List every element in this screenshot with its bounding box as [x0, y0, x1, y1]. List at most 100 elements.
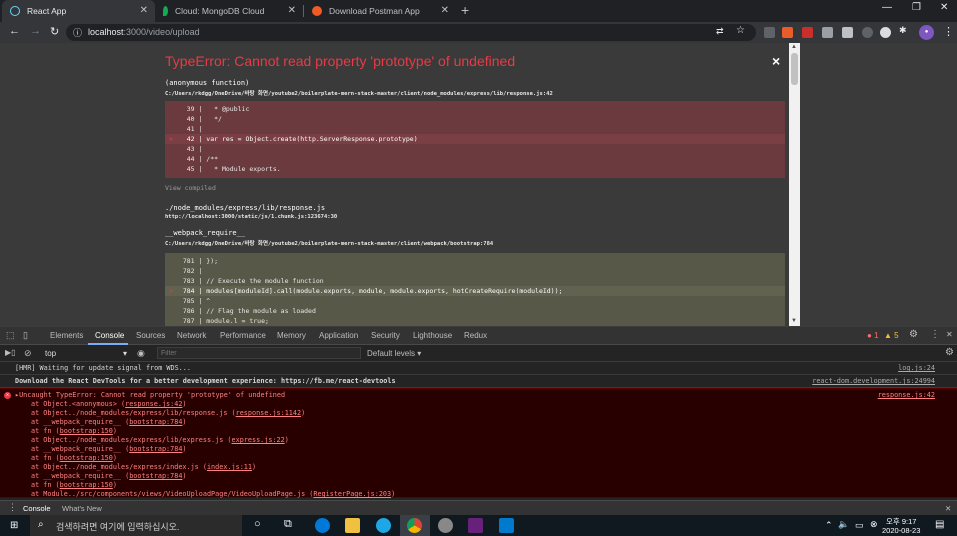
- tab-security[interactable]: Security: [371, 331, 400, 340]
- back-arrow-icon[interactable]: ←: [9, 25, 20, 37]
- drawer-tab-whats-new[interactable]: What's New: [62, 504, 102, 513]
- eye-icon[interactable]: ◉: [137, 348, 145, 359]
- maximize-icon[interactable]: ❐: [912, 2, 921, 13]
- minimize-icon[interactable]: —: [882, 2, 892, 13]
- stack-trace-link[interactable]: bootstrap:784: [129, 418, 182, 426]
- error-header[interactable]: ▸Uncaught TypeError: Cannot read propert…: [15, 391, 957, 400]
- stack-trace-link[interactable]: bootstrap:784: [129, 445, 182, 453]
- network-icon[interactable]: ⊗: [870, 519, 878, 530]
- drawer-tab-console[interactable]: Console: [23, 504, 51, 513]
- stack-frame-location[interactable]: C:/Users/rkdgg/OneDrive/바탕 화면/youtube2/b…: [165, 239, 493, 247]
- chrome-icon[interactable]: [407, 518, 422, 533]
- drawer-menu-icon[interactable]: ⋮: [8, 502, 17, 513]
- visual-studio-icon[interactable]: [468, 518, 483, 533]
- new-tab-icon[interactable]: +: [461, 2, 469, 18]
- sidebar-toggle-icon[interactable]: ▶▯: [5, 348, 16, 357]
- device-toolbar-icon[interactable]: ▯: [23, 330, 28, 341]
- forward-arrow-icon[interactable]: →: [30, 25, 41, 37]
- inspect-element-icon[interactable]: ⬚: [6, 330, 15, 341]
- scroll-up-icon[interactable]: ▲: [791, 44, 797, 50]
- bookmark-star-icon[interactable]: ☆: [736, 25, 745, 36]
- stack-trace-link[interactable]: bootstrap:150: [60, 481, 113, 489]
- clear-console-icon[interactable]: ⊘: [24, 348, 32, 359]
- stack-trace-text: ): [182, 472, 187, 480]
- extension-circle-icon[interactable]: [880, 27, 891, 38]
- stack-trace-link[interactable]: bootstrap:784: [129, 472, 182, 480]
- stack-frame-location[interactable]: http://localhost:3000/static/js/1.chunk.…: [165, 214, 337, 220]
- stack-trace-link[interactable]: bootstrap:150: [60, 427, 113, 435]
- message-source-link[interactable]: log.js:24: [898, 364, 935, 372]
- devtools-tab-bar: ⬚ ▯ Elements Console Sources Network Per…: [0, 327, 957, 345]
- warning-count-badge[interactable]: ▲ 5: [884, 331, 899, 340]
- edge-icon[interactable]: [315, 518, 330, 533]
- task-view-icon[interactable]: ⧉: [284, 518, 292, 531]
- devtools-menu-icon[interactable]: ⋮: [930, 329, 940, 340]
- log-levels-dropdown[interactable]: Default levels ▾: [367, 349, 421, 358]
- extension-pause-icon[interactable]: [822, 27, 833, 38]
- extension-checkmark-icon[interactable]: [764, 27, 775, 38]
- stack-trace-link[interactable]: response.js:42: [125, 400, 182, 408]
- message-source-link[interactable]: react-dom.development.js:24994: [812, 377, 935, 385]
- tab-elements[interactable]: Elements: [50, 331, 83, 340]
- tab-memory[interactable]: Memory: [277, 331, 306, 340]
- tab-mongodb[interactable]: Cloud: MongoDB Cloud ✕: [155, 0, 303, 22]
- vscode-icon[interactable]: [499, 518, 514, 533]
- scroll-thumb[interactable]: [791, 53, 798, 85]
- system-tray-chevron-icon[interactable]: ⌃: [825, 520, 833, 531]
- taskbar-search-box[interactable]: ⌕ 검색하려면 여기에 입력하십시오.: [30, 515, 242, 536]
- tab-label: Cloud: MongoDB Cloud: [175, 6, 265, 16]
- windows-start-icon[interactable]: ⊞: [10, 520, 18, 531]
- error-count-badge[interactable]: ● 1: [867, 331, 879, 340]
- extension-flag-icon[interactable]: [782, 27, 793, 38]
- extension-record-icon[interactable]: [862, 27, 873, 38]
- stack-trace-link[interactable]: bootstrap:150: [60, 454, 113, 462]
- tab-lighthouse[interactable]: Lighthouse: [413, 331, 452, 340]
- battery-icon[interactable]: ▭: [855, 520, 864, 531]
- address-bar[interactable]: ⓘ localhost:3000/video/upload ⇄ ☆: [66, 24, 756, 41]
- stack-frame-location[interactable]: C:/Users/rkdgg/OneDrive/바탕 화면/youtube2/b…: [165, 89, 553, 97]
- close-tab-icon[interactable]: ✕: [441, 5, 449, 16]
- view-compiled-link[interactable]: View compiled: [165, 184, 216, 192]
- code-line-highlighted: > 784 | modules[moduleId].call(module.ex…: [165, 286, 785, 296]
- settings-gear-icon[interactable]: ⚙: [909, 329, 918, 340]
- tab-console[interactable]: Console: [95, 331, 124, 340]
- reload-icon[interactable]: ↻: [50, 25, 59, 38]
- tab-sources[interactable]: Sources: [136, 331, 165, 340]
- devtools-close-icon[interactable]: ✕: [946, 330, 953, 339]
- cortana-icon[interactable]: ○: [254, 518, 261, 530]
- tab-application[interactable]: Application: [319, 331, 358, 340]
- stack-trace-link[interactable]: response.js:1142: [236, 409, 301, 417]
- overlay-scrollbar[interactable]: ▲ ▼: [789, 43, 800, 326]
- tab-performance[interactable]: Performance: [220, 331, 266, 340]
- tab-network[interactable]: Network: [177, 331, 206, 340]
- scroll-down-icon[interactable]: ▼: [791, 318, 797, 324]
- error-source-link[interactable]: response.js:42: [878, 391, 935, 399]
- window-close-icon[interactable]: ✕: [940, 2, 948, 13]
- extensions-puzzle-icon[interactable]: ✱: [899, 25, 907, 36]
- console-filter-input[interactable]: [157, 347, 361, 359]
- internet-explorer-icon[interactable]: [376, 518, 391, 533]
- translate-icon[interactable]: ⇄: [716, 26, 724, 37]
- file-explorer-icon[interactable]: [345, 518, 360, 533]
- extension-card-icon[interactable]: [842, 27, 853, 38]
- taskbar-clock[interactable]: 오후 9:17 2020-08-23: [882, 517, 920, 535]
- stack-trace-link[interactable]: index.js:11: [207, 463, 252, 471]
- devtools-panel: ⬚ ▯ Elements Console Sources Network Per…: [0, 326, 957, 515]
- console-settings-icon[interactable]: ⚙: [945, 347, 954, 358]
- close-tab-icon[interactable]: ✕: [140, 5, 148, 16]
- app-icon[interactable]: [438, 518, 453, 533]
- tab-redux[interactable]: Redux: [464, 331, 487, 340]
- tab-react-app[interactable]: React App ✕: [2, 0, 155, 22]
- drawer-close-icon[interactable]: ✕: [945, 504, 951, 513]
- stack-trace-link[interactable]: express.js:22: [232, 436, 285, 444]
- profile-avatar[interactable]: ●: [919, 25, 934, 40]
- menu-kebab-icon[interactable]: ⋮: [943, 25, 954, 38]
- overlay-close-button[interactable]: ×: [772, 53, 780, 69]
- close-tab-icon[interactable]: ✕: [288, 5, 296, 16]
- volume-icon[interactable]: 🔈: [838, 519, 849, 530]
- tab-postman[interactable]: Download Postman App ✕: [304, 0, 456, 22]
- context-select[interactable]: top ▾: [45, 349, 127, 358]
- extension-redux-icon[interactable]: [802, 27, 813, 38]
- stack-trace-link[interactable]: RegisterPage.js:203: [313, 490, 391, 498]
- notifications-icon[interactable]: ▤: [935, 519, 944, 530]
